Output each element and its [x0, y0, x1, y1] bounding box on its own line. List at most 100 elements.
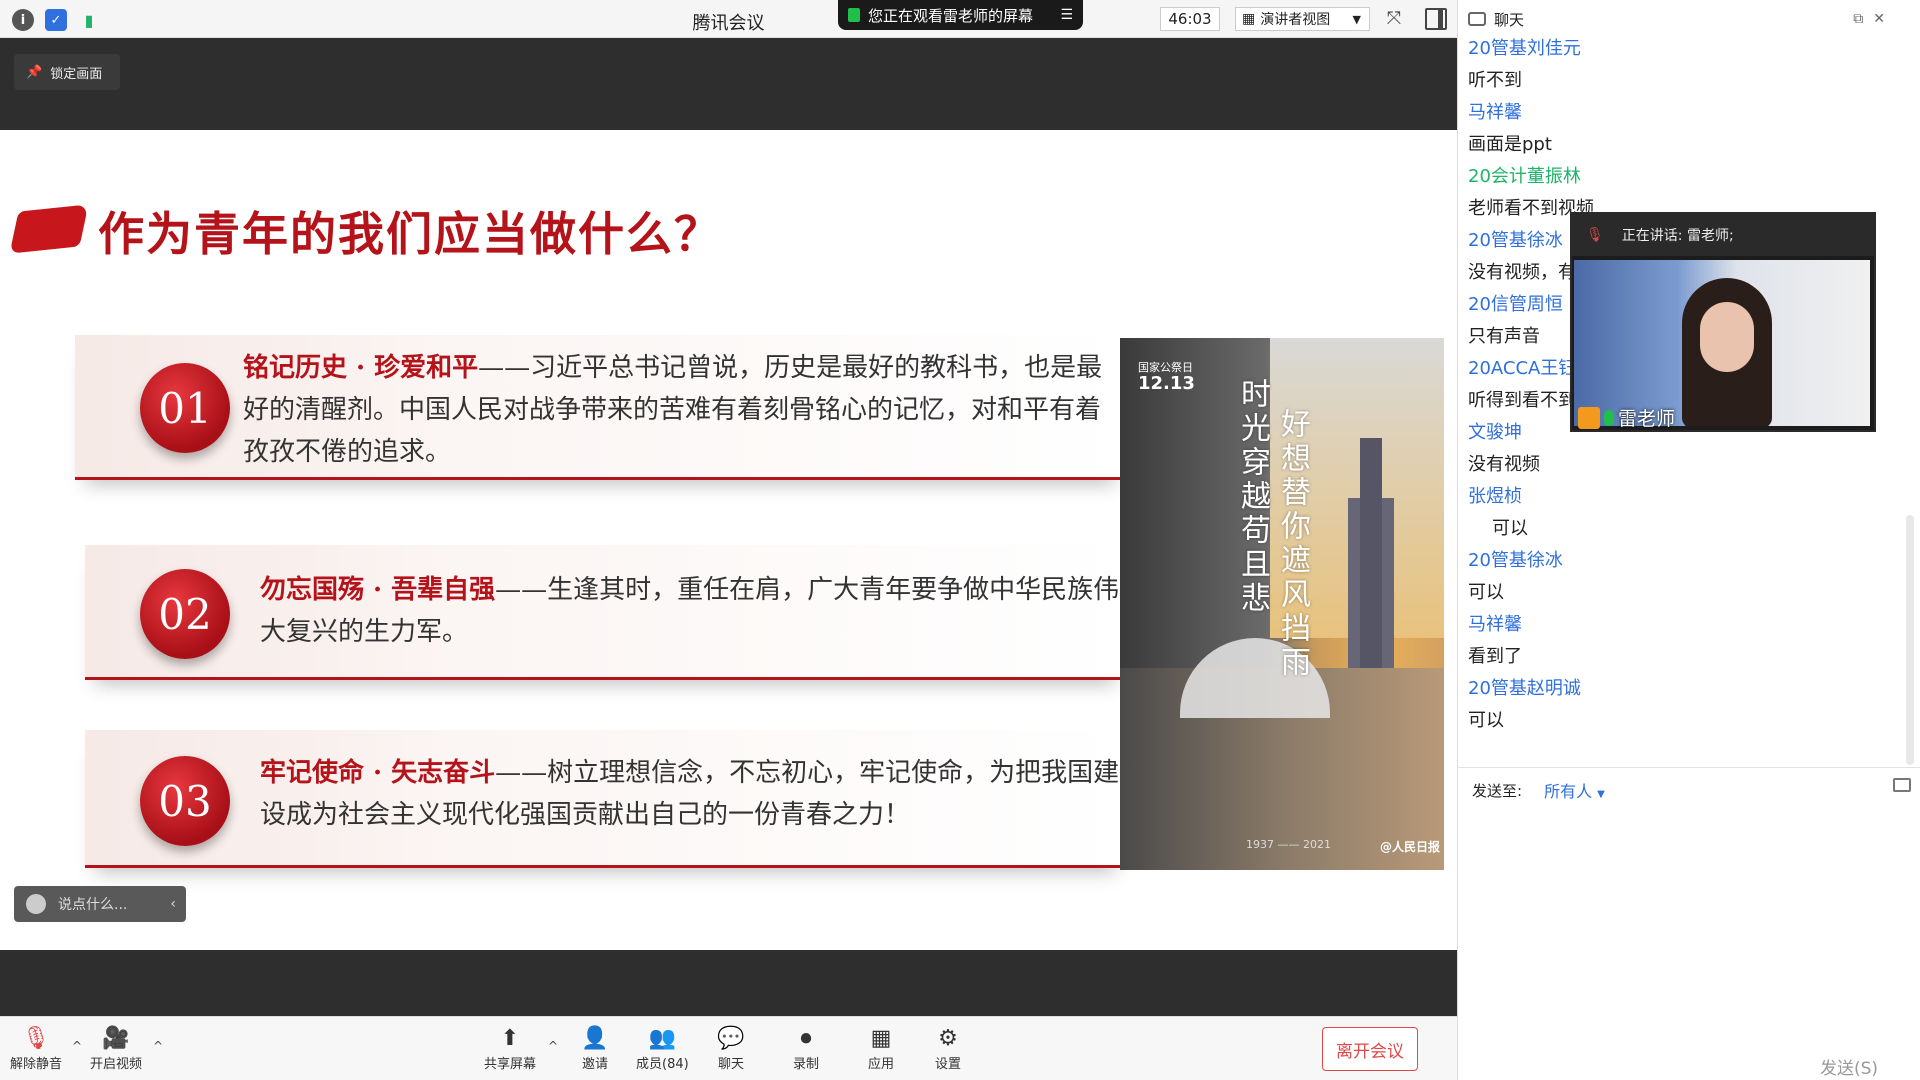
send-button[interactable]: 发送(S)	[1820, 1054, 1878, 1079]
invite-label: 邀请	[581, 1057, 608, 1072]
chat-message: 画面是ppt	[1468, 134, 1552, 155]
video-name-tag: 雷老师	[1578, 404, 1675, 431]
presentation-slide: 作为青年的我们应当做什么？ 01 铭记历史 · 珍爱和平——习近平总书记曾说，历…	[0, 130, 1457, 950]
chat-sender[interactable]: 20管基刘佳元	[1468, 33, 1898, 65]
quick-chat-input[interactable]: 说点什么... ‹	[14, 886, 186, 922]
chat-icon: 💬	[717, 1025, 745, 1051]
poster-caption-2: 好想替你遮风挡雨	[1275, 408, 1310, 680]
chat-message: 可以	[1468, 582, 1504, 603]
speaker-name: 雷老师	[1618, 408, 1676, 430]
item-number: 02	[140, 569, 230, 659]
record-button[interactable]: ⏺ 录制	[791, 1023, 821, 1073]
lock-screen-label: 锁定画面	[50, 66, 103, 82]
members-button[interactable]: 👥 成员(84)	[636, 1023, 689, 1073]
start-video-button[interactable]: 🎥 开启视频	[90, 1023, 143, 1073]
video-feed	[1574, 260, 1870, 426]
video-off-icon: 🎥	[102, 1025, 130, 1051]
poster-caption-1: 时光穿越苟且悲	[1235, 378, 1270, 616]
settings-button[interactable]: ⚙ 设置	[933, 1023, 963, 1073]
mic-muted-icon: 🎙	[22, 1025, 50, 1051]
item-heading: 勿忘国殇 · 吾辈自强	[260, 575, 496, 605]
chat-sender[interactable]: 马祥馨	[1468, 97, 1898, 129]
close-icon[interactable]: ✕	[1873, 11, 1885, 27]
speaking-indicator: 正在讲话: 雷老师;	[1621, 228, 1734, 244]
avatar-icon	[1578, 406, 1600, 429]
slide-item-1: 01 铭记历史 · 珍爱和平——习近平总书记曾说，历史是最好的教科书，也是最好的…	[75, 335, 1125, 480]
chat-sender[interactable]: 马祥馨	[1468, 609, 1898, 641]
item-heading: 牢记使命 · 矢志奋斗	[260, 758, 496, 788]
slide-item-3: 03 牢记使命 · 矢志奋斗——树立理想信念，不忘初心，牢记使命，为把我国建设成…	[85, 730, 1125, 868]
view-mode-dropdown[interactable]: ▦ 演讲者视图 ▼	[1235, 7, 1370, 31]
add-user-icon: 👤	[581, 1025, 609, 1051]
start-video-label: 开启视频	[90, 1057, 143, 1072]
gear-icon: ⚙	[938, 1025, 958, 1051]
popout-icon[interactable]: ⧉	[1853, 11, 1863, 27]
share-screen-button[interactable]: ⬆ 共享屏幕	[484, 1023, 536, 1073]
emoji-icon[interactable]	[26, 894, 46, 914]
share-screen-icon: ⬆	[500, 1025, 520, 1051]
mic-active-icon	[1604, 409, 1614, 426]
chat-sender[interactable]: 20会计董振林	[1468, 161, 1898, 193]
meeting-toolbar: 🎙 解除静音 ^ 🎥 开启视频 ^ ⬆ 共享屏幕 ^ 👤 邀请 👥 成员(84)…	[0, 1016, 1457, 1080]
item-text: 铭记历史 · 珍爱和平——习近平总书记曾说，历史是最好的教科书，也是最好的清醒剂…	[243, 347, 1113, 473]
item-text: 勿忘国殇 · 吾辈自强——生逢其时，重任在肩，广大青年要争做中华民族伟大复兴的生…	[260, 569, 1120, 653]
chat-sender[interactable]: 20管基徐冰	[1468, 545, 1898, 577]
view-mode-icon: ▦	[1242, 11, 1256, 27]
mic-muted-icon: 🎙	[1586, 227, 1604, 243]
chat-button[interactable]: 💬 聊天	[716, 1023, 746, 1073]
chat-title: 聊天	[1494, 10, 1525, 29]
share-options-caret[interactable]: ^	[548, 1039, 558, 1053]
chat-message: 没有视频	[1468, 454, 1540, 475]
video-options-caret[interactable]: ^	[153, 1039, 163, 1053]
members-label: 成员(84)	[636, 1057, 689, 1072]
chevron-down-icon: ▼	[1597, 789, 1605, 800]
item-number: 03	[140, 756, 230, 846]
title-bar: i ✓ ▮ 腾讯会议 您正在观看雷老师的屏幕 ☰ 46:03 ▦ 演讲者视图 ▼…	[0, 0, 1457, 38]
unmute-button[interactable]: 🎙 解除静音	[10, 1023, 63, 1073]
share-banner-text: 您正在观看雷老师的屏幕	[868, 6, 1034, 25]
menu-icon[interactable]: ☰	[1060, 7, 1073, 23]
settings-label: 设置	[934, 1057, 961, 1072]
members-icon: 👥	[648, 1025, 677, 1051]
send-target-row: 发送至: 所有人 ▼	[1472, 778, 1605, 802]
red-flag-icon	[9, 204, 89, 254]
poster-logo: @人民日报	[1380, 840, 1441, 854]
video-header: 🎙 正在讲话: 雷老师;	[1572, 214, 1874, 256]
collapse-arrow-icon[interactable]: ‹	[170, 896, 176, 912]
send-to-label: 发送至:	[1472, 781, 1523, 800]
side-panel-icon[interactable]	[1425, 8, 1447, 30]
chat-sender[interactable]: 20管基赵明诚	[1468, 673, 1898, 705]
divider	[1458, 767, 1920, 768]
lock-screen-button[interactable]: 📌 锁定画面	[14, 54, 120, 90]
chat-message: 听不到	[1468, 70, 1522, 91]
invite-button[interactable]: 👤 邀请	[580, 1023, 610, 1073]
item-heading: 铭记历史 · 珍爱和平	[243, 353, 479, 383]
unmute-label: 解除静音	[10, 1057, 63, 1072]
chat-message: 看到了	[1468, 646, 1522, 667]
chat-icon	[1468, 12, 1486, 26]
image-icon[interactable]	[1893, 778, 1911, 792]
slide-item-2: 02 勿忘国殇 · 吾辈自强——生逢其时，重任在肩，广大青年要争做中华民族伟大复…	[85, 545, 1125, 680]
screen-share-banner[interactable]: 您正在观看雷老师的屏幕 ☰	[838, 0, 1083, 30]
quick-chat-placeholder: 说点什么...	[58, 897, 128, 913]
apps-label: 应用	[867, 1057, 894, 1072]
chat-sender[interactable]: 张煜桢	[1468, 481, 1898, 513]
poster-date-value: 12.13	[1138, 373, 1195, 394]
chevron-down-icon: ▼	[1352, 12, 1361, 26]
slide-title: 作为青年的我们应当做什么？	[98, 207, 722, 261]
mic-options-caret[interactable]: ^	[72, 1039, 82, 1053]
speaker-video-window[interactable]: 🎙 正在讲话: 雷老师; 雷老师	[1570, 212, 1876, 432]
record-label: 录制	[792, 1057, 819, 1072]
share-status-icon	[848, 8, 860, 22]
leave-meeting-button[interactable]: 离开会议	[1322, 1027, 1418, 1071]
chat-message: 可以	[1468, 710, 1504, 731]
view-mode-label: 演讲者视图	[1260, 12, 1331, 28]
apps-button[interactable]: ▦ 应用	[866, 1023, 896, 1073]
fullscreen-icon[interactable]: ⤧	[1383, 8, 1405, 30]
item-text: 牢记使命 · 矢志奋斗——树立理想信念，不忘初心，牢记使命，为把我国建设成为社会…	[260, 752, 1120, 836]
meeting-timer: 46:03	[1160, 7, 1220, 31]
send-to-dropdown[interactable]: 所有人 ▼	[1544, 778, 1605, 802]
pin-icon: 📌	[26, 64, 43, 80]
poster-tower	[1360, 438, 1382, 678]
chat-scrollbar[interactable]	[1906, 515, 1914, 765]
